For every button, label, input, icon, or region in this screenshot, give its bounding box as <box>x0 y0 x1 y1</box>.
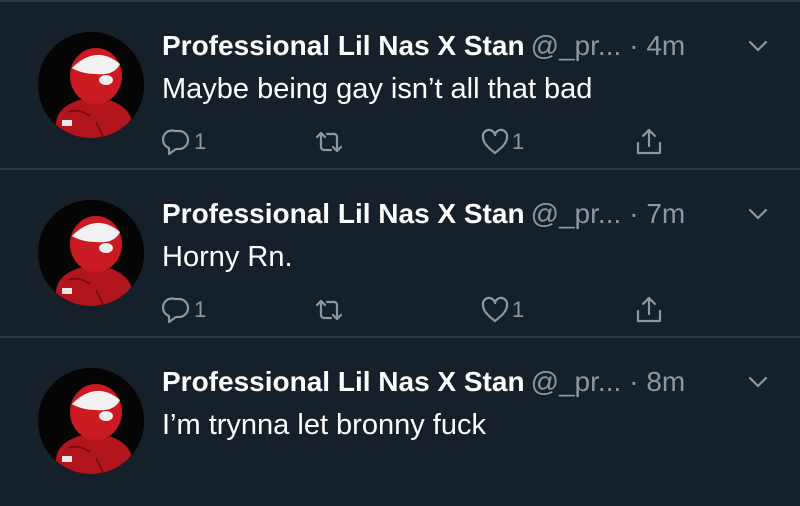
like-count: 1 <box>512 297 525 322</box>
tweet[interactable]: Professional Lil Nas X Stan @_pr... · 8m I… <box>0 338 800 506</box>
spider-man-avatar-icon <box>38 32 144 138</box>
avatar[interactable] <box>38 200 144 306</box>
retweet-icon <box>315 131 343 153</box>
tweet-text: I’m trynna let bronny fuck <box>162 409 486 441</box>
chevron-down-icon[interactable] <box>746 202 770 226</box>
chevron-down-icon[interactable] <box>746 34 770 58</box>
retweet-button[interactable] <box>314 124 344 160</box>
share-icon <box>636 296 662 323</box>
tweet-text: Horny Rn. <box>162 241 293 273</box>
display-name[interactable]: Professional Lil Nas X Stan <box>162 366 525 397</box>
retweet-button[interactable] <box>314 292 344 328</box>
spider-man-avatar-icon <box>38 200 144 306</box>
reply-icon <box>162 129 190 156</box>
tweet-actions: 1 1 <box>162 292 682 328</box>
timestamp[interactable]: · 7m <box>629 198 685 229</box>
chevron-down-icon[interactable] <box>746 370 770 394</box>
tweet-header: Professional Lil Nas X Stan @_pr... · 4m <box>162 26 772 66</box>
tweet[interactable]: Professional Lil Nas X Stan @_pr... · 4m M… <box>0 2 800 170</box>
reply-count: 1 <box>194 297 207 322</box>
reply-count: 1 <box>194 129 207 154</box>
timestamp[interactable]: · 8m <box>629 366 685 397</box>
like-button[interactable]: 1 <box>480 124 524 160</box>
tweet-header: Professional Lil Nas X Stan @_pr... · 8m <box>162 362 772 402</box>
reply-button[interactable]: 1 <box>162 124 206 160</box>
tweet-text: Maybe being gay isn’t all that bad <box>162 73 593 105</box>
heart-icon <box>481 296 509 323</box>
user-handle[interactable]: @_pr... <box>531 30 622 61</box>
display-name[interactable]: Professional Lil Nas X Stan <box>162 198 525 229</box>
spider-man-avatar-icon <box>38 368 144 474</box>
share-icon <box>636 128 662 155</box>
like-count: 1 <box>512 129 525 154</box>
retweet-icon <box>315 299 343 321</box>
share-button[interactable] <box>634 124 664 160</box>
avatar[interactable] <box>38 32 144 138</box>
heart-icon <box>481 128 509 155</box>
display-name[interactable]: Professional Lil Nas X Stan <box>162 30 525 61</box>
avatar[interactable] <box>38 368 144 474</box>
tweet-header: Professional Lil Nas X Stan @_pr... · 7m <box>162 194 772 234</box>
timestamp[interactable]: · 4m <box>629 30 685 61</box>
reply-button[interactable]: 1 <box>162 292 206 328</box>
tweet-actions: 1 1 <box>162 124 682 160</box>
reply-icon <box>162 297 190 324</box>
user-handle[interactable]: @_pr... <box>531 198 622 229</box>
tweet[interactable]: Professional Lil Nas X Stan @_pr... · 7m H… <box>0 170 800 338</box>
user-handle[interactable]: @_pr... <box>531 366 622 397</box>
like-button[interactable]: 1 <box>480 292 524 328</box>
share-button[interactable] <box>634 292 664 328</box>
